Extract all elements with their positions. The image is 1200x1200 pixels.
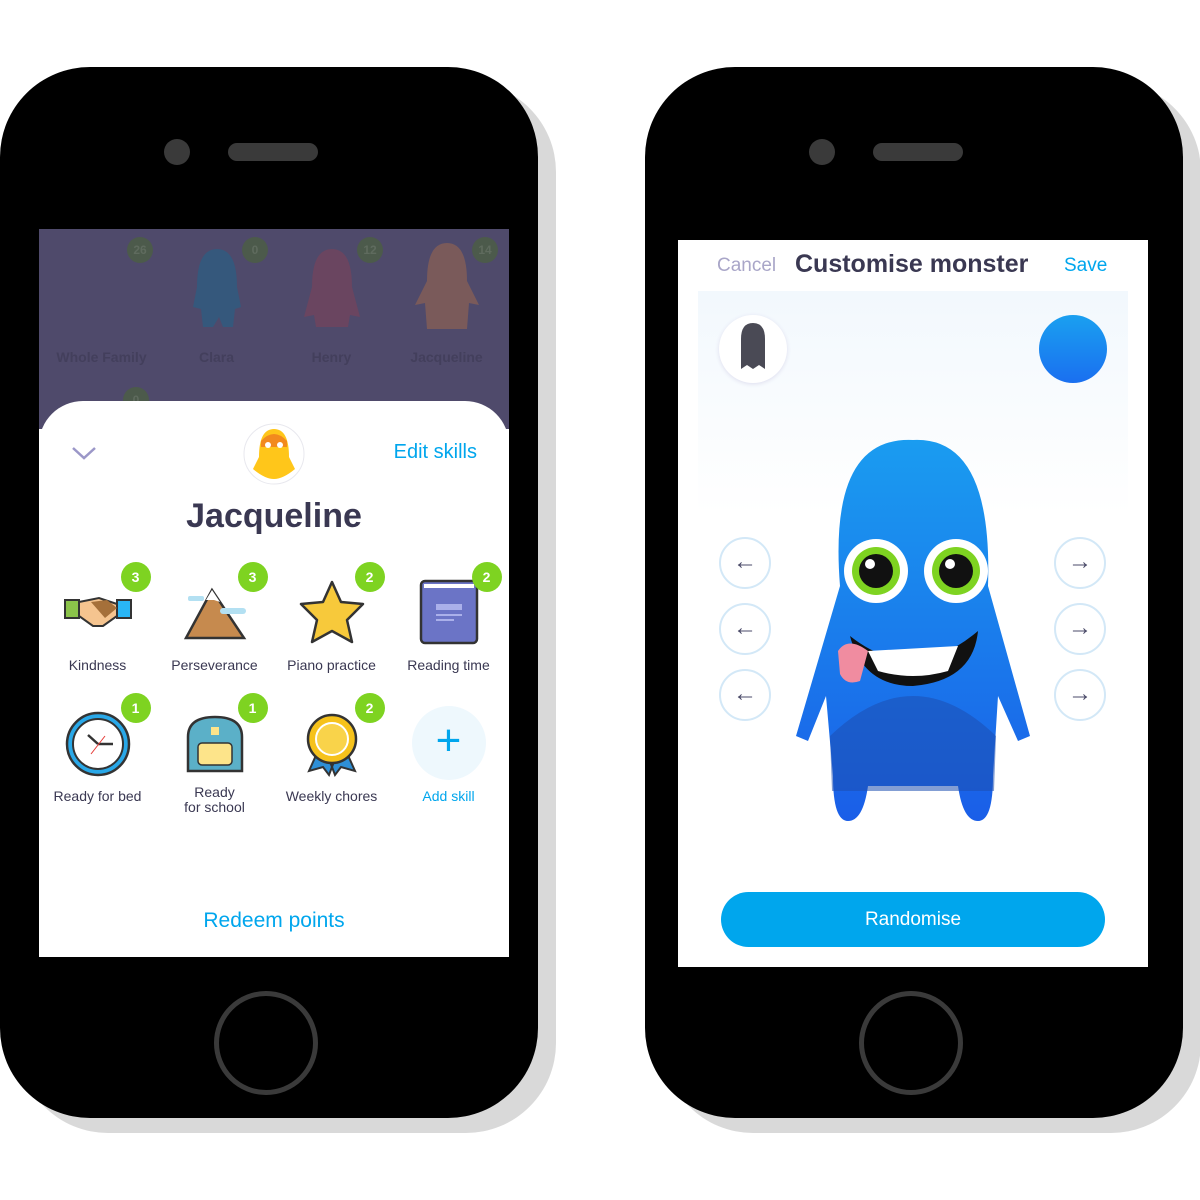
- star-icon: [299, 580, 364, 644]
- prev-eyes-button[interactable]: ←: [719, 537, 771, 589]
- student-sheet: Edit skills Jacqueline 3 Kindness 3 Persev…: [39, 401, 509, 957]
- right-screen: Cancel Customise monster Save ← ← ← → → …: [678, 240, 1148, 967]
- backpack-icon: [186, 715, 243, 773]
- plus-icon: +: [411, 706, 486, 780]
- medal-icon: [306, 713, 357, 778]
- edit-skills-button[interactable]: Edit skills: [394, 441, 477, 464]
- save-button[interactable]: Save: [1064, 255, 1107, 277]
- skill-piano-practice[interactable]: 2 Piano practice: [273, 562, 390, 673]
- color-picker-button[interactable]: [1039, 315, 1107, 383]
- left-phone: 26 Whole Family 0 Clara 12 Henry 14 Jacqueli…: [0, 67, 538, 1118]
- chevron-down-icon[interactable]: [71, 445, 97, 461]
- speaker: [228, 143, 318, 161]
- skill-perseverance[interactable]: 3 Perseverance: [156, 562, 273, 673]
- right-phone: Cancel Customise monster Save ← ← ← → → …: [645, 67, 1183, 1118]
- monster-preview: [796, 439, 1030, 821]
- skill-ready-for-bed[interactable]: 1 Ready for bed: [39, 693, 156, 804]
- monster-avatar: [193, 249, 241, 327]
- body-shape-button[interactable]: [719, 315, 787, 383]
- monster-avatar: [415, 243, 479, 329]
- left-screen: 26 Whole Family 0 Clara 12 Henry 14 Jacqueli…: [39, 229, 509, 957]
- dimmed-class-list: 26 Whole Family 0 Clara 12 Henry 14 Jacqueli…: [39, 229, 509, 429]
- speaker: [873, 143, 963, 161]
- monster-canvas: ← ← ← → → →: [698, 291, 1128, 851]
- student-avatar: [243, 423, 305, 485]
- page-title: Customise monster: [795, 250, 1029, 278]
- cancel-button[interactable]: Cancel: [717, 255, 776, 277]
- monster-silhouette-icon: [741, 323, 765, 369]
- home-button[interactable]: [214, 991, 318, 1095]
- skill-weekly-chores[interactable]: 2 Weekly chores: [273, 693, 390, 804]
- prev-body-button[interactable]: ←: [719, 669, 771, 721]
- redeem-points-button[interactable]: Redeem points: [39, 909, 509, 933]
- next-body-button[interactable]: →: [1054, 669, 1106, 721]
- next-eyes-button[interactable]: →: [1054, 537, 1106, 589]
- randomise-button[interactable]: Randomise: [721, 892, 1105, 947]
- home-button[interactable]: [859, 991, 963, 1095]
- skill-ready-for-school[interactable]: 1 Ready for school: [156, 693, 273, 815]
- skill-reading-time[interactable]: 2 Reading time: [390, 562, 507, 673]
- book-icon: [419, 579, 478, 645]
- clock-icon: [65, 711, 130, 777]
- camera: [164, 139, 190, 165]
- mountain-icon: [183, 587, 246, 640]
- camera: [809, 139, 835, 165]
- skill-kindness[interactable]: 3 Kindness: [39, 562, 156, 673]
- prev-mouth-button[interactable]: ←: [719, 603, 771, 655]
- student-name: Jacqueline: [186, 497, 362, 535]
- add-skill-button[interactable]: + Add skill: [390, 706, 507, 804]
- monster-avatar: [304, 249, 360, 327]
- next-mouth-button[interactable]: →: [1054, 603, 1106, 655]
- handshake-icon: [63, 596, 132, 627]
